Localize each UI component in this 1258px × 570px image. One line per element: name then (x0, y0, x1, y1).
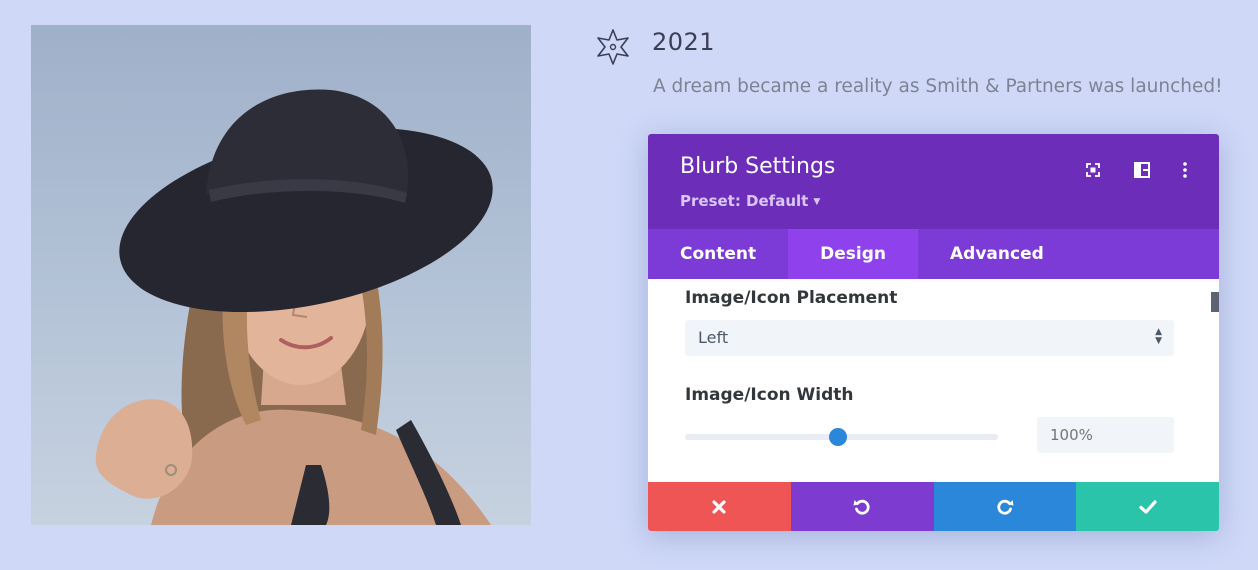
star-icon (597, 29, 629, 65)
split-view-icon[interactable] (1133, 161, 1151, 179)
modal-header: Blurb Settings Preset: Default ▼ (648, 134, 1219, 229)
tab-advanced[interactable]: Advanced (918, 229, 1076, 279)
settings-body: Image/Icon Placement Left ▲ ▼ Image/Icon … (648, 279, 1219, 482)
undo-icon (853, 499, 870, 515)
redo-button[interactable] (933, 482, 1077, 531)
redo-icon (997, 499, 1014, 515)
cancel-button[interactable] (648, 482, 791, 531)
timeline-description: A dream became a reality as Smith & Part… (653, 76, 1223, 97)
timeline-year: 2021 (652, 28, 716, 56)
close-icon (712, 499, 726, 514)
tab-design[interactable]: Design (788, 229, 919, 279)
width-input[interactable] (1037, 417, 1174, 453)
blurb-settings-modal: Blurb Settings Preset: Default ▼ Content … (648, 134, 1219, 531)
expand-icon[interactable] (1084, 161, 1102, 179)
placement-select[interactable]: Left ▲ ▼ (685, 320, 1174, 356)
tab-content[interactable]: Content (648, 229, 788, 279)
width-slider-handle[interactable] (829, 428, 848, 446)
settings-tabs: Content Design Advanced (648, 229, 1219, 279)
modal-title: Blurb Settings (680, 154, 836, 179)
scrollbar-thumb[interactable] (1211, 292, 1219, 312)
width-label: Image/Icon Width (685, 385, 854, 405)
save-button[interactable] (1076, 482, 1219, 531)
portrait-photo (31, 25, 531, 525)
caret-down-icon: ▼ (813, 197, 821, 207)
undo-button[interactable] (790, 482, 934, 531)
modal-footer (648, 482, 1219, 531)
placement-value: Left (698, 328, 729, 347)
preset-label: Preset: Default (680, 192, 809, 210)
placement-label: Image/Icon Placement (685, 288, 898, 308)
check-icon (1139, 499, 1157, 514)
select-arrows-icon: ▲ ▼ (1155, 327, 1162, 346)
more-options-icon[interactable] (1176, 161, 1194, 179)
preset-dropdown[interactable]: Preset: Default ▼ (680, 192, 820, 210)
